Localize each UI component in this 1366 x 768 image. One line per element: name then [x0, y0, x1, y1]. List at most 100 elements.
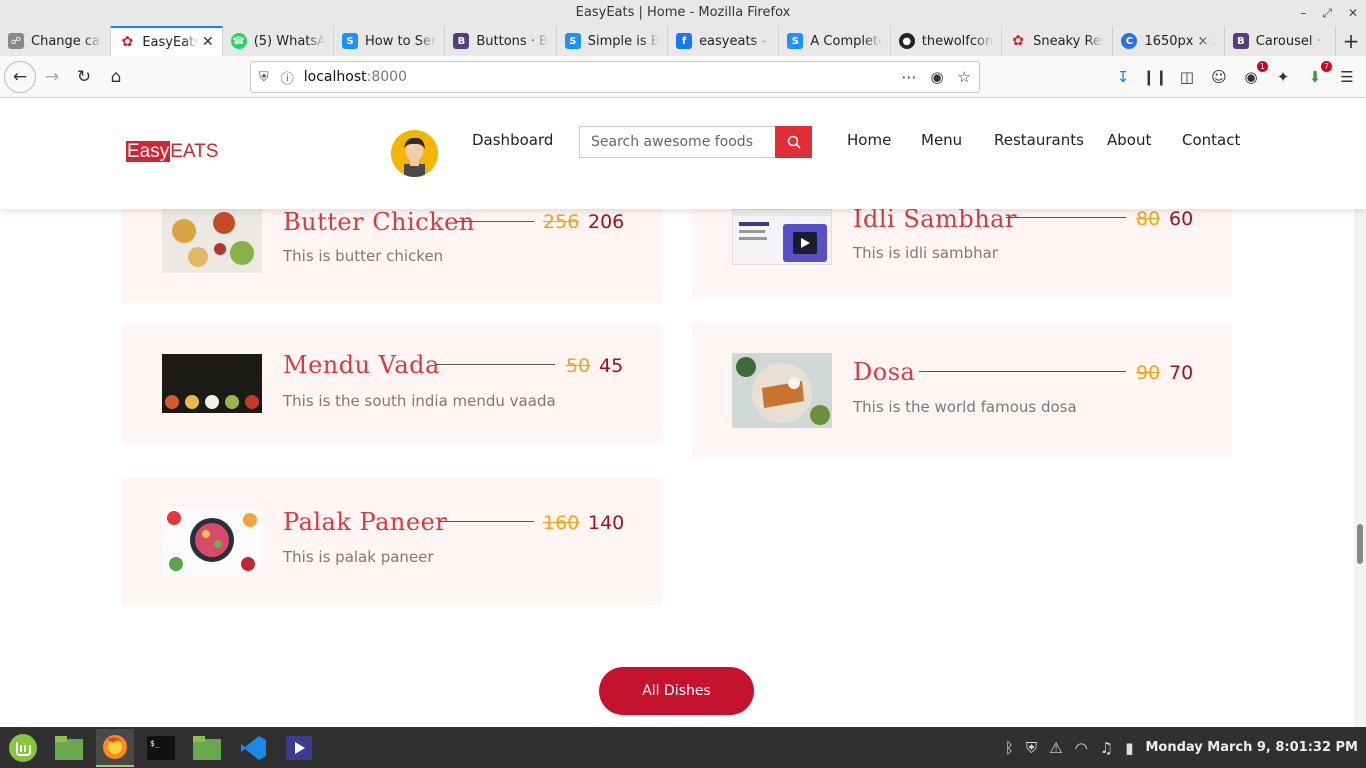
tab-title: A Complete [810, 33, 882, 49]
tab[interactable]: ● thewolfcom [891, 26, 1003, 56]
tab[interactable]: f easyeats - D [668, 26, 780, 56]
terminal-icon[interactable]: $_ [142, 729, 180, 767]
forward-icon[interactable]: → [36, 61, 68, 93]
search-icon [787, 135, 801, 149]
files-group-icon[interactable] [188, 729, 226, 767]
dish-price: 140 [588, 512, 625, 534]
s-icon: S [564, 33, 581, 49]
pocket-icon[interactable]: ◉ [930, 68, 943, 86]
old-price: 256 [543, 211, 580, 233]
scroll-thumb[interactable] [1357, 524, 1363, 564]
clock[interactable]: Monday March 9, 8:01:32 PM [1145, 740, 1358, 755]
close-tab-icon[interactable]: ✕ [202, 34, 214, 50]
home-icon[interactable]: ⌂ [100, 61, 132, 93]
tab[interactable]: S How to Send [334, 26, 446, 56]
back-icon[interactable]: ← [4, 60, 36, 93]
music-icon[interactable]: ♫ [1100, 739, 1113, 757]
site-logo[interactable]: EasyEATS [126, 141, 218, 163]
avatar[interactable] [391, 130, 438, 177]
cart-icon: ☍ [8, 33, 24, 49]
nav-home[interactable]: Home [847, 131, 891, 149]
battery-icon[interactable]: ▮ [1125, 739, 1133, 757]
download-arrow-icon[interactable]: ↧ [1112, 66, 1134, 88]
tab[interactable]: B Carousel · B [1225, 26, 1337, 56]
tab-active[interactable]: ✿ EasyEats ✕ [111, 26, 223, 56]
vscode-icon[interactable] [234, 729, 272, 767]
dashboard-link[interactable]: Dashboard [472, 131, 553, 149]
facebook-icon: f [676, 33, 693, 49]
dish-card[interactable]: Palak Paneer 160 140 This is palak panee… [122, 478, 662, 605]
dish-card[interactable]: Dosa 90 70 This is the world famous dosa [692, 323, 1232, 457]
dish-name[interactable]: Palak Paneer [283, 508, 447, 536]
new-tab-icon[interactable]: + [1336, 26, 1366, 56]
dish-description: This is the south india mendu vaada [283, 392, 556, 410]
url-port: :8000 [366, 69, 407, 85]
warning-icon[interactable]: ⚠ [1049, 739, 1062, 757]
restore-icon[interactable]: ⤢ [1322, 0, 1332, 26]
shield-icon[interactable]: ⛨ [259, 70, 269, 85]
library-icon[interactable]: ❙❙ [1142, 66, 1167, 88]
url-bar[interactable]: ⛨ ⓘ localhost:8000 ⋯ ◉ ☆ [250, 61, 980, 93]
search-input[interactable]: Search awesome foods [579, 126, 775, 158]
tab[interactable]: B Buttons · Bootstrap [445, 26, 557, 56]
more-actions-icon[interactable]: ⋯ [901, 68, 916, 86]
url-text[interactable]: localhost:8000 [304, 69, 407, 85]
dish-name[interactable]: Mendu Vada [283, 351, 440, 379]
extension-account-icon[interactable]: ◉ 1 [1240, 61, 1268, 88]
tab-title: thewolfcom [921, 33, 994, 49]
reload-icon[interactable]: ↻ [68, 61, 100, 93]
price-divider [456, 221, 534, 222]
sidebar-icon[interactable]: ◫ [1176, 66, 1198, 88]
tab-title: Sneaky Rest [1033, 33, 1104, 49]
nav-menu[interactable]: Menu [921, 131, 962, 149]
tab[interactable]: S A Complete [779, 26, 891, 56]
github-icon: ● [898, 33, 915, 49]
nav-restaurants[interactable]: Restaurants [994, 131, 1084, 149]
tab[interactable]: ☎ (5) WhatsApp [223, 26, 335, 56]
shield-tray-icon[interactable]: ⛨ [1026, 739, 1037, 757]
tab-title: EasyEats [142, 34, 198, 50]
tab[interactable]: ✿ Sneaky Rest [1002, 26, 1114, 56]
nav-contact[interactable]: Contact [1182, 131, 1240, 149]
dish-name[interactable]: Dosa [853, 358, 915, 386]
tab-title: Buttons · Bootstrap [476, 33, 548, 49]
firefox-taskbar-icon[interactable] [96, 728, 134, 767]
dish-card[interactable]: Mendu Vada 50 45 This is the south india… [122, 323, 662, 443]
video-player-icon[interactable] [280, 729, 318, 767]
wifi-icon[interactable]: ◠ [1075, 739, 1088, 757]
logo-highlight: Easy [126, 141, 171, 162]
tab[interactable]: C 1650px × 2000 [1113, 26, 1225, 56]
all-dishes-button[interactable]: All Dishes [599, 667, 754, 715]
dish-name[interactable]: Idli Sambhar [853, 205, 1017, 233]
tab[interactable]: S Simple is Better [557, 26, 669, 56]
tab[interactable]: ☍ Change cart | D [0, 26, 112, 56]
files-icon[interactable] [50, 729, 88, 767]
navigation-toolbar: ← → ↻ ⌂ ⛨ ⓘ localhost:8000 ⋯ ◉ ☆ ↧ ❙❙ ◫ … [0, 56, 1366, 98]
tab-title: Simple is Better [587, 33, 660, 49]
bluetooth-icon[interactable]: ᛒ [1005, 739, 1014, 757]
tab-title: 1650px × 2000 [1144, 33, 1215, 49]
nav-about[interactable]: About [1107, 131, 1151, 149]
old-price: 80 [1136, 208, 1161, 230]
tab-title: easyeats - D [699, 33, 770, 49]
close-window-icon[interactable]: ✕ [1348, 0, 1358, 26]
extension-icon[interactable]: ✦ [1272, 66, 1294, 88]
dish-name[interactable]: Butter Chicken [283, 208, 475, 236]
url-host: localhost [303, 69, 367, 85]
dish-price: 206 [588, 211, 625, 233]
info-icon[interactable]: ⓘ [281, 68, 294, 87]
dish-image [732, 209, 832, 265]
price-divider [1006, 217, 1126, 218]
mint-menu-icon[interactable] [4, 729, 42, 767]
whatsapp-icon: ☎ [230, 33, 247, 49]
dish-image [732, 353, 832, 428]
window-title-bar: EasyEats | Home - Mozilla Firefox – ⤢ ✕ [0, 0, 1366, 26]
minimize-icon[interactable]: – [1300, 0, 1306, 26]
bookmark-star-icon[interactable]: ☆ [958, 68, 971, 86]
search-button[interactable] [775, 126, 812, 158]
menu-icon[interactable]: ☰ [1336, 66, 1358, 88]
dish-image [162, 209, 262, 273]
download-manager-icon[interactable]: ⬇ 7 [1304, 61, 1332, 88]
bootstrap-icon: B [1232, 33, 1249, 49]
account-icon[interactable]: ☺ [1208, 66, 1230, 88]
